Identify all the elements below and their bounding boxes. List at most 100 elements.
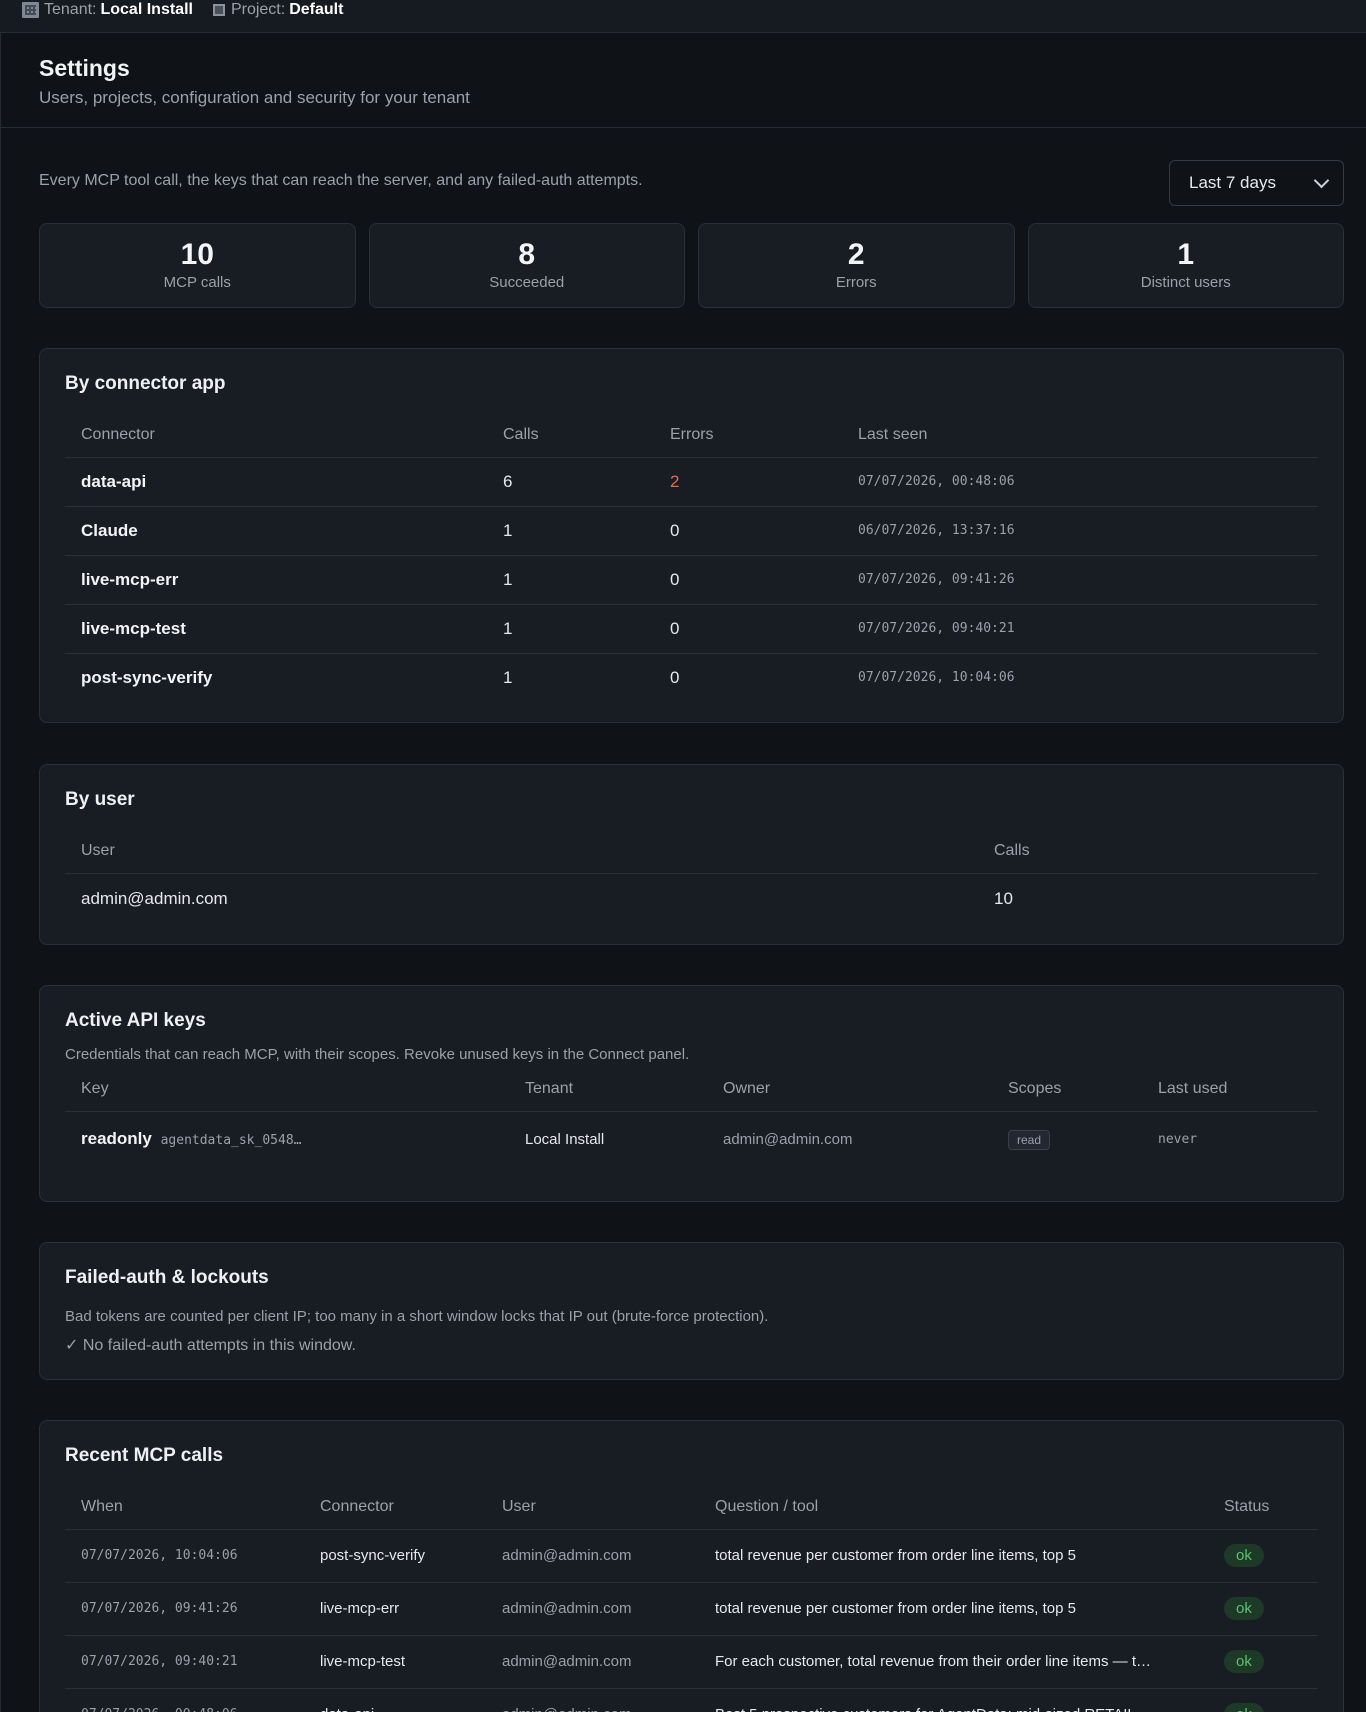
errors-cell: 0 [654, 506, 842, 556]
stat-succeeded: 8 Succeeded [368, 223, 685, 308]
connector-cell: live-mcp-test [304, 1635, 486, 1689]
table-header-row: User Calls [65, 829, 1318, 874]
stat-errors: 2 Errors [698, 223, 1015, 308]
scopes-cell: read [992, 1111, 1142, 1167]
column-header[interactable]: Status [1208, 1485, 1318, 1530]
key-name: readonly [81, 1129, 152, 1149]
column-header[interactable]: When [65, 1485, 304, 1530]
card-title: Failed-auth & lockouts [65, 1267, 269, 1288]
card-description: Bad tokens are counted per client IP; to… [65, 1308, 769, 1325]
failed-auth-status: ✓ No failed-auth attempts in this window… [65, 1337, 356, 1354]
table-row[interactable]: live-mcp-test 1 0 07/07/2026, 09:40:21 [65, 604, 1318, 654]
connector-name: Claude [65, 506, 487, 556]
column-header[interactable]: Last seen [842, 413, 1318, 458]
table-header-row: Connector Calls Errors Last seen [65, 413, 1318, 458]
connector-name: live-mcp-test [65, 604, 487, 654]
card-title: By connector app [65, 373, 226, 394]
calls-cell: 6 [487, 457, 654, 507]
status-cell: ok [1208, 1688, 1318, 1712]
status-badge: ok [1224, 1544, 1264, 1567]
question-cell: Best 5 prospective customers for AgentDa… [699, 1688, 1208, 1712]
key-cell: readonly agentdata_sk_0548… [65, 1111, 509, 1167]
calls-cell: 10 [994, 888, 1013, 908]
calls-cell: 1 [487, 506, 654, 556]
table-row[interactable]: admin@admin.com 10 [65, 873, 1318, 924]
stat-value: 10 [180, 238, 214, 271]
card-title: Recent MCP calls [65, 1445, 224, 1466]
tenant-switcher[interactable]: Tenant: Local Install [22, 1, 193, 19]
when-cell: 07/07/2026, 00:48:06 [65, 1688, 304, 1712]
column-header[interactable]: Scopes [992, 1067, 1142, 1112]
connector-name: post-sync-verify [81, 667, 213, 687]
status-cell: ok [1208, 1529, 1318, 1583]
column-header[interactable]: Question / tool [699, 1485, 1208, 1530]
table-row[interactable]: data-api 6 2 07/07/2026, 00:48:06 [65, 457, 1318, 507]
failed-auth-card: Failed-auth & lockouts Bad tokens are co… [39, 1242, 1344, 1380]
stat-label: MCP calls [163, 274, 231, 291]
chevron-down-icon [1313, 172, 1330, 189]
calls-cell: 1 [487, 555, 654, 605]
question-cell: total revenue per customer from order li… [699, 1582, 1208, 1636]
column-header[interactable]: Tenant [509, 1067, 707, 1112]
project-icon [212, 4, 225, 16]
table-row[interactable]: readonly agentdata_sk_0548… Local Instal… [65, 1111, 1318, 1167]
column-header[interactable]: Key [65, 1067, 509, 1112]
recent-calls-table: When Connector User Question / tool Stat… [65, 1485, 1318, 1712]
table-row[interactable]: 07/07/2026, 09:41:26 live-mcp-err admin@… [65, 1582, 1318, 1636]
stat-label: Distinct users [1140, 274, 1231, 291]
card-title: Active API keys [65, 1010, 206, 1031]
table-row[interactable]: 07/07/2026, 10:04:06 post-sync-verify ad… [65, 1529, 1318, 1583]
api-keys-table: Key Tenant Owner Scopes Last used readon… [65, 1067, 1318, 1167]
column-header[interactable]: Calls [487, 413, 654, 458]
connector-cell: data-api [304, 1688, 486, 1712]
last-used-cell: never [1158, 1131, 1198, 1147]
column-header[interactable]: Connector [65, 413, 487, 458]
column-header[interactable]: Last used [1142, 1067, 1318, 1112]
user-cell: admin@admin.com [486, 1529, 699, 1583]
time-range-select[interactable]: Last 7 days [1169, 160, 1344, 206]
errors-cell: 0 [654, 555, 842, 605]
stat-label: Succeeded [489, 274, 565, 291]
time-range-value: Last 7 days [1189, 173, 1276, 192]
tenant-value: Local Install [100, 1, 193, 18]
status-badge: ok [1224, 1703, 1264, 1712]
card-description: Credentials that can reach MCP, with the… [65, 1046, 690, 1063]
table-row[interactable]: post-sync-verify 1 0 07/07/2026, 10:04:0… [65, 653, 1318, 702]
last-seen-cell: 07/07/2026, 09:41:26 [842, 555, 1318, 605]
column-header[interactable]: Calls [978, 829, 1318, 874]
connector-name: data-api [65, 457, 487, 507]
column-header[interactable]: User [486, 1485, 699, 1530]
column-header[interactable]: Errors [654, 413, 842, 458]
table-header-row: Key Tenant Owner Scopes Last used [65, 1067, 1318, 1112]
question-cell: total revenue per customer from order li… [699, 1529, 1208, 1583]
project-value: Default [289, 1, 344, 18]
owner-cell: admin@admin.com [723, 1130, 853, 1148]
main-content: Every MCP tool call, the keys that can r… [0, 128, 1366, 1712]
user-table: User Calls admin@admin.com 10 [65, 829, 1318, 924]
status-cell: ok [1208, 1635, 1318, 1689]
page-subtitle: Users, projects, configuration and secur… [39, 88, 470, 107]
last-seen-cell: 07/07/2026, 10:04:06 [858, 670, 1015, 686]
when-cell: 07/07/2026, 09:40:21 [65, 1635, 304, 1689]
column-header[interactable]: Connector [304, 1485, 486, 1530]
calls-cell: 1 [503, 667, 513, 687]
column-header[interactable]: User [65, 829, 978, 874]
table-row[interactable]: 07/07/2026, 09:40:21 live-mcp-test admin… [65, 1635, 1318, 1689]
when-cell: 07/07/2026, 10:04:06 [65, 1529, 304, 1583]
last-seen-cell: 06/07/2026, 13:37:16 [842, 506, 1318, 556]
project-switcher[interactable]: Project: Default [212, 1, 344, 19]
errors-cell: 0 [670, 667, 680, 687]
table-row[interactable]: Claude 1 0 06/07/2026, 13:37:16 [65, 506, 1318, 556]
table-row[interactable]: live-mcp-err 1 0 07/07/2026, 09:41:26 [65, 555, 1318, 605]
column-header[interactable]: Owner [707, 1067, 992, 1112]
project-label: Project: [230, 1, 286, 18]
top-bar: Tenant: Local Install Project: Default [0, 0, 1366, 33]
user-cell: admin@admin.com [81, 888, 228, 908]
stat-value: 1 [1177, 238, 1195, 271]
card-title: By user [65, 789, 135, 810]
user-cell: admin@admin.com [486, 1688, 699, 1712]
status-badge: ok [1224, 1597, 1264, 1620]
page-header: Settings Users, projects, configuration … [0, 33, 1366, 128]
table-row[interactable]: 07/07/2026, 00:48:06 data-api admin@admi… [65, 1688, 1318, 1712]
scope-badge: read [1008, 1129, 1051, 1150]
